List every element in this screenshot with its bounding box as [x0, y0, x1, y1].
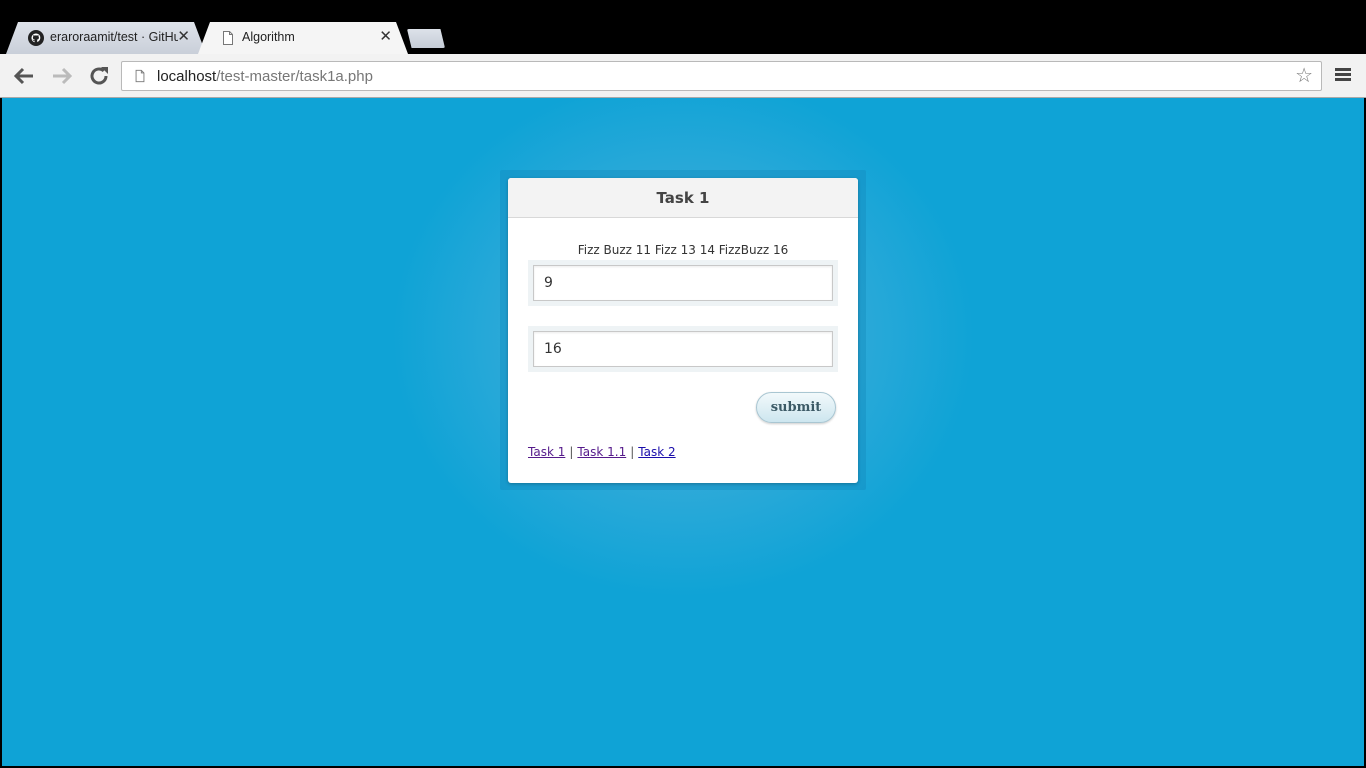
tab-github[interactable]: eraroraamit/test · GitHu ✕: [6, 22, 206, 54]
task-links: Task 1 | Task 1.1 | Task 2: [528, 445, 676, 459]
new-tab-button[interactable]: [407, 29, 445, 48]
link-separator: |: [569, 445, 574, 459]
github-icon: [28, 30, 44, 46]
start-number-input[interactable]: [533, 265, 833, 301]
link-task-1[interactable]: Task 1: [528, 445, 565, 459]
url-path: /test-master/task1a.php: [216, 68, 373, 85]
address-bar[interactable]: localhost/test-master/task1a.php ☆: [121, 61, 1322, 91]
close-tab-icon[interactable]: ✕: [379, 28, 392, 46]
tab-algorithm[interactable]: Algorithm ✕: [198, 22, 408, 54]
fizzbuzz-result: Fizz Buzz 11 Fizz 13 14 FizzBuzz 16: [577, 243, 789, 257]
bookmark-star-icon[interactable]: ☆: [1295, 65, 1313, 87]
page-viewport: Task 1 Fizz Buzz 11 Fizz 13 14 FizzBuzz …: [2, 98, 1364, 766]
end-number-input[interactable]: [533, 331, 833, 367]
tab-title: Algorithm: [242, 30, 295, 44]
link-task-1-1[interactable]: Task 1.1: [577, 445, 626, 459]
task-card: Task 1 Fizz Buzz 11 Fizz 13 14 FizzBuzz …: [508, 178, 858, 483]
card-title: Task 1: [508, 178, 858, 218]
link-separator: |: [630, 445, 635, 459]
link-task-2[interactable]: Task 2: [638, 445, 675, 459]
browser-toolbar: localhost/test-master/task1a.php ☆: [0, 54, 1366, 98]
url-text: localhost/test-master/task1a.php: [157, 68, 373, 85]
menu-icon[interactable]: [1335, 68, 1351, 82]
close-tab-icon[interactable]: ✕: [177, 28, 190, 46]
tab-strip: eraroraamit/test · GitHu ✕ Algorithm ✕: [0, 0, 1366, 54]
end-field-wrapper: [528, 326, 838, 372]
url-host: localhost: [157, 68, 217, 85]
back-arrow-icon[interactable]: [12, 65, 36, 87]
forward-arrow-icon[interactable]: [50, 65, 74, 87]
page-icon: [135, 69, 145, 83]
page-icon: [223, 31, 233, 45]
reload-icon[interactable]: [88, 65, 112, 87]
start-field-wrapper: [528, 260, 838, 306]
submit-button[interactable]: submit: [756, 392, 836, 423]
tab-title: eraroraamit/test · GitHu: [50, 30, 178, 44]
